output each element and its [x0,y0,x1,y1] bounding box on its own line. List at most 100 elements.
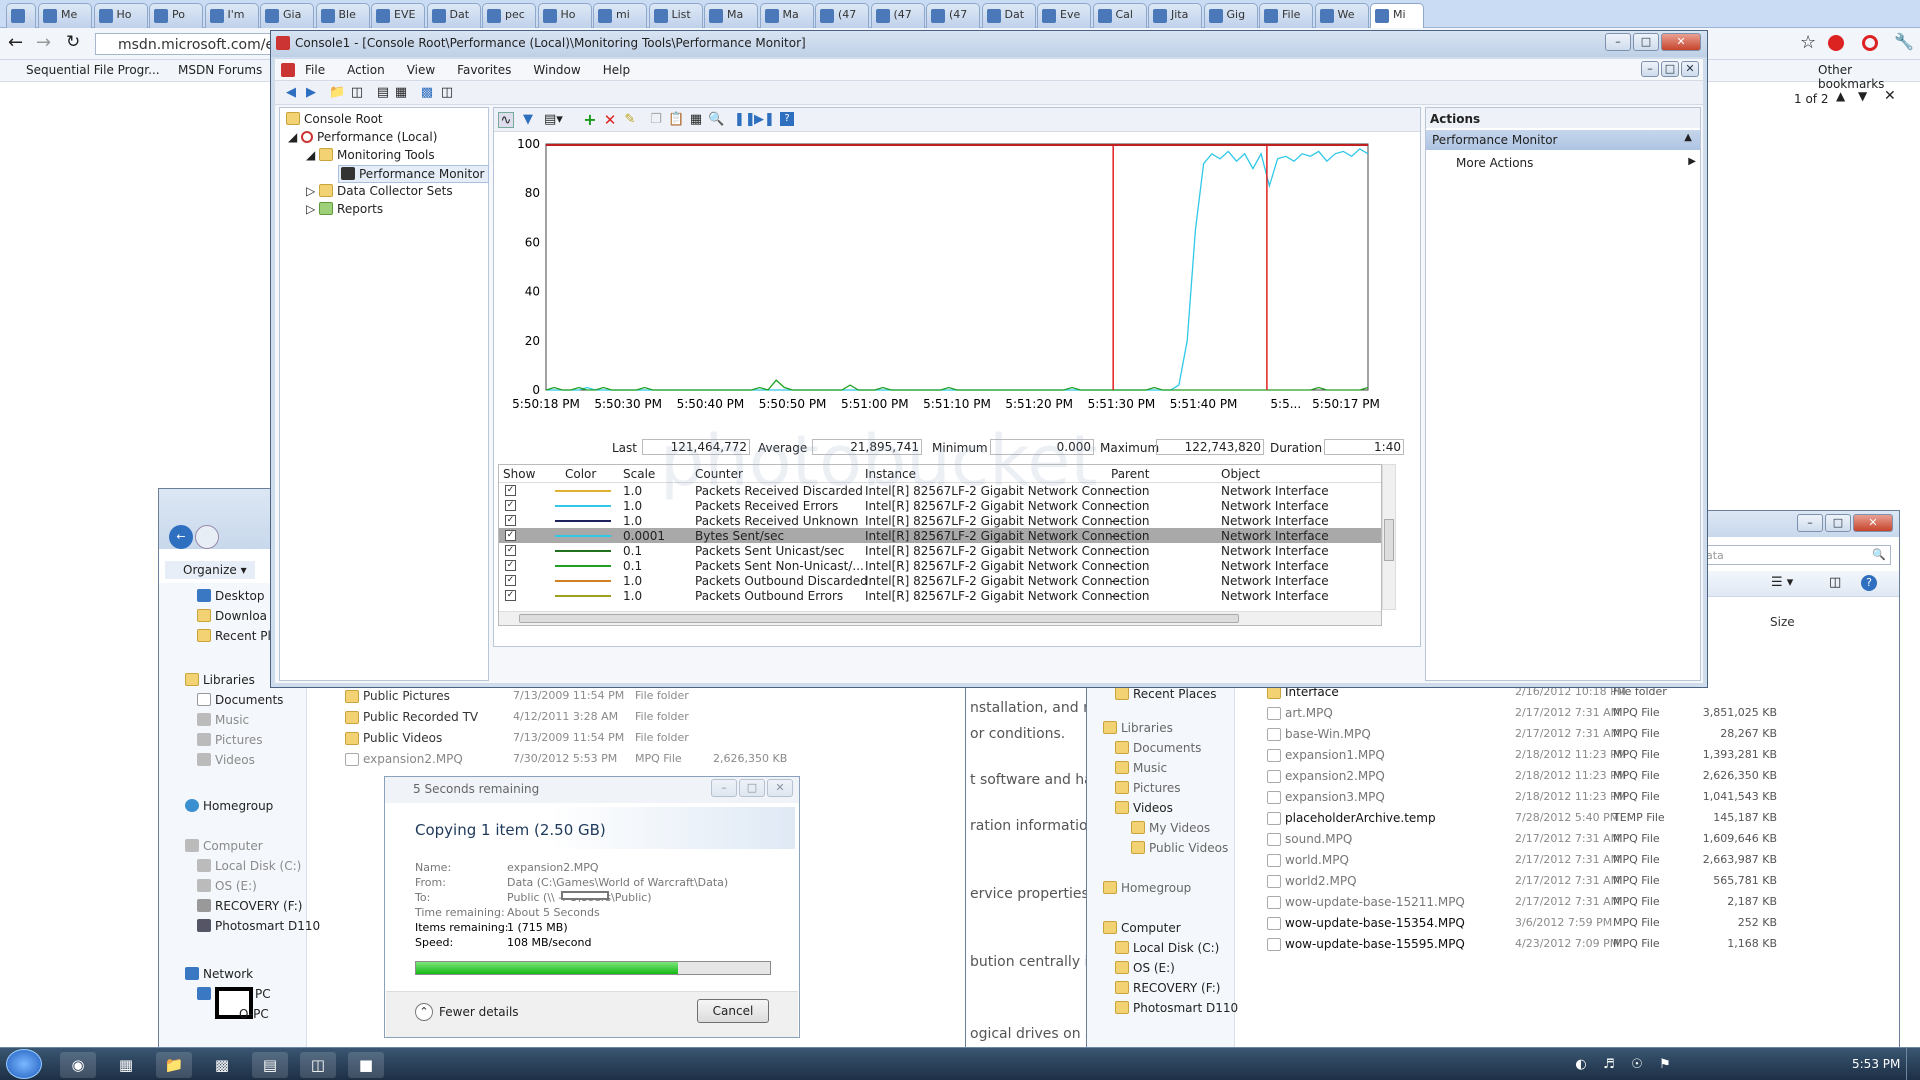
forward-icon[interactable]: → [36,32,51,53]
up-folder-icon[interactable]: 📁 [329,85,345,101]
column-header-object[interactable]: Object [1221,467,1260,481]
perfmon-maximize-button[interactable]: □ [1633,33,1659,51]
fewer-details-link[interactable]: Fewer details [439,1005,519,1019]
size-column-header[interactable]: Size [1770,615,1795,629]
wrench-icon[interactable]: 🔧 [1894,32,1914,51]
vscroll-thumb[interactable] [1384,519,1394,561]
bookmark-sequential[interactable]: Sequential File Progr... [26,63,160,77]
counter-row[interactable]: ✓ 0.1 Packets Sent Non-Unicast/... Intel[R]… [499,558,1381,573]
right-maximize-button[interactable]: □ [1825,514,1851,532]
horizontal-scrollbar[interactable] [499,611,1381,625]
browser-tab[interactable]: Gig [1203,3,1258,28]
nav-documents[interactable]: Documents [197,693,283,707]
right-nav-item[interactable]: Documents [1115,741,1201,755]
browser-tab[interactable]: List [648,3,703,28]
browser-tab[interactable]: Mi [1370,3,1424,28]
help-icon[interactable]: ? [1861,575,1877,591]
right-nav-item[interactable]: OS (E:) [1115,961,1175,975]
column-header-counter[interactable]: Counter [695,467,743,481]
preview-pane-icon[interactable]: ◫ [1829,575,1841,590]
tray-flag-icon[interactable]: ⚑ [1654,1052,1676,1078]
browser-tab[interactable]: mi [593,3,647,28]
explorer-task-icon[interactable]: 📁 [156,1052,192,1078]
right-minimize-button[interactable]: – [1797,514,1823,532]
bookmark-msdn[interactable]: MSDN Forums [178,63,262,77]
nav-libraries[interactable]: Libraries [185,673,255,687]
delete-counter-icon[interactable]: ✕ [602,112,618,128]
show-checkbox[interactable]: ✓ [505,515,516,526]
nav-drive-c[interactable]: Local Disk (C:) [197,859,301,873]
browser-tab[interactable]: Po [149,3,203,28]
browser-tab[interactable]: I'm [204,3,259,28]
explorer-forward-icon[interactable] [195,525,219,549]
right-nav-item[interactable]: Local Disk (C:) [1115,941,1219,955]
browser-tab[interactable]: File [1259,3,1313,28]
nav-net-pc2[interactable]: O-PC [239,1007,269,1021]
add-counter-icon[interactable]: + [582,112,598,128]
tree-console-root[interactable]: Console Root [286,112,383,126]
right-nav-item[interactable]: Libraries [1103,721,1173,735]
show-checkbox[interactable]: ✓ [505,560,516,571]
nav-downloads[interactable]: Downloa [197,609,267,623]
more-actions[interactable]: More Actions ▶ [1456,156,1696,170]
browser-tab[interactable]: EVE [371,3,425,28]
nav-homegroup[interactable]: Homegroup [185,799,273,813]
perfmon-minimize-button[interactable]: – [1605,33,1631,51]
copy-properties-icon[interactable]: ❐ [648,112,664,128]
nav-drive-f[interactable]: RECOVERY (F:) [197,899,302,913]
right-nav-item[interactable]: Homegroup [1103,881,1191,895]
organize-button[interactable]: Organize ▾ [165,561,255,579]
copy-close-button[interactable]: ✕ [767,779,793,797]
properties-icon[interactable]: ▦ [688,112,704,128]
column-header-parent[interactable]: Parent [1111,467,1149,481]
right-search-input[interactable]: ata 🔍 [1701,545,1891,565]
right-nav-item[interactable]: Computer [1103,921,1181,935]
right-nav-item[interactable]: Recent Places [1115,687,1216,701]
nav-music[interactable]: Music [197,713,249,727]
show-tree-icon[interactable]: ◫ [349,85,365,101]
tray-network-icon[interactable]: ◐ [1570,1052,1592,1078]
show-checkbox[interactable]: ✓ [505,590,516,601]
action-pane-icon[interactable]: ◫ [439,85,455,101]
hscroll-thumb[interactable] [519,614,1239,623]
tree-reports[interactable]: ▷ Reports [306,202,383,216]
forward-arrow-icon[interactable]: ▶ [303,85,319,101]
tree-performance-monitor[interactable]: Performance Monitor [338,165,490,183]
menu-file[interactable]: File [305,63,325,80]
nav-drive-e[interactable]: OS (E:) [197,879,257,893]
find-prev-icon[interactable]: ▲ [1836,89,1845,103]
tray-security-icon[interactable]: ☉ [1626,1052,1648,1078]
counter-row[interactable]: ✓ 1.0 Packets Outbound Discarded Intel[R] 8… [499,573,1381,588]
browser-tab[interactable]: Ho [93,3,148,28]
menu-action[interactable]: Action [347,63,385,80]
find-next-icon[interactable]: ▼ [1858,89,1867,103]
nav-network[interactable]: Network [185,967,253,981]
nav-recent[interactable]: Recent Pla [197,629,278,643]
browser-tab[interactable]: Dat [981,3,1036,28]
perfmon-task-icon[interactable]: ◫ [300,1052,336,1078]
extension-icon[interactable] [1828,35,1844,51]
nav-photosmart[interactable]: Photosmart D110 [197,919,320,933]
actions-section[interactable]: Performance Monitor ▲ [1426,130,1700,150]
reload-icon[interactable]: ↻ [66,32,80,52]
change-graph-type-icon[interactable]: ▤▾ [544,112,563,128]
right-nav-item[interactable]: Videos [1115,801,1173,815]
mmc-task-icon[interactable]: ■ [348,1052,384,1078]
nav-videos[interactable]: Videos [197,753,255,767]
column-header-show[interactable]: Show [503,467,535,481]
browser-tab[interactable]: Me [38,3,92,28]
vertical-scrollbar[interactable] [1382,464,1396,610]
opera-icon[interactable] [1862,35,1878,51]
browser-tab[interactable]: We [1314,3,1369,28]
menu-help[interactable]: Help [603,63,630,80]
fewer-details-chevron-icon[interactable]: ⌃ [415,1003,433,1021]
help-book-icon[interactable]: ▩ [419,85,435,101]
properties-icon[interactable]: ▤ [375,85,391,101]
copy-maximize-button[interactable]: □ [739,779,765,797]
browser-tab[interactable]: Cal [1092,3,1147,28]
mdi-restore-button[interactable]: □ [1661,61,1679,77]
browser-tab[interactable]: Ho [537,3,592,28]
browser-tab[interactable]: (47 [870,3,925,28]
cancel-button[interactable]: Cancel [697,999,769,1023]
view-graph-icon[interactable]: ∿ [498,112,514,128]
